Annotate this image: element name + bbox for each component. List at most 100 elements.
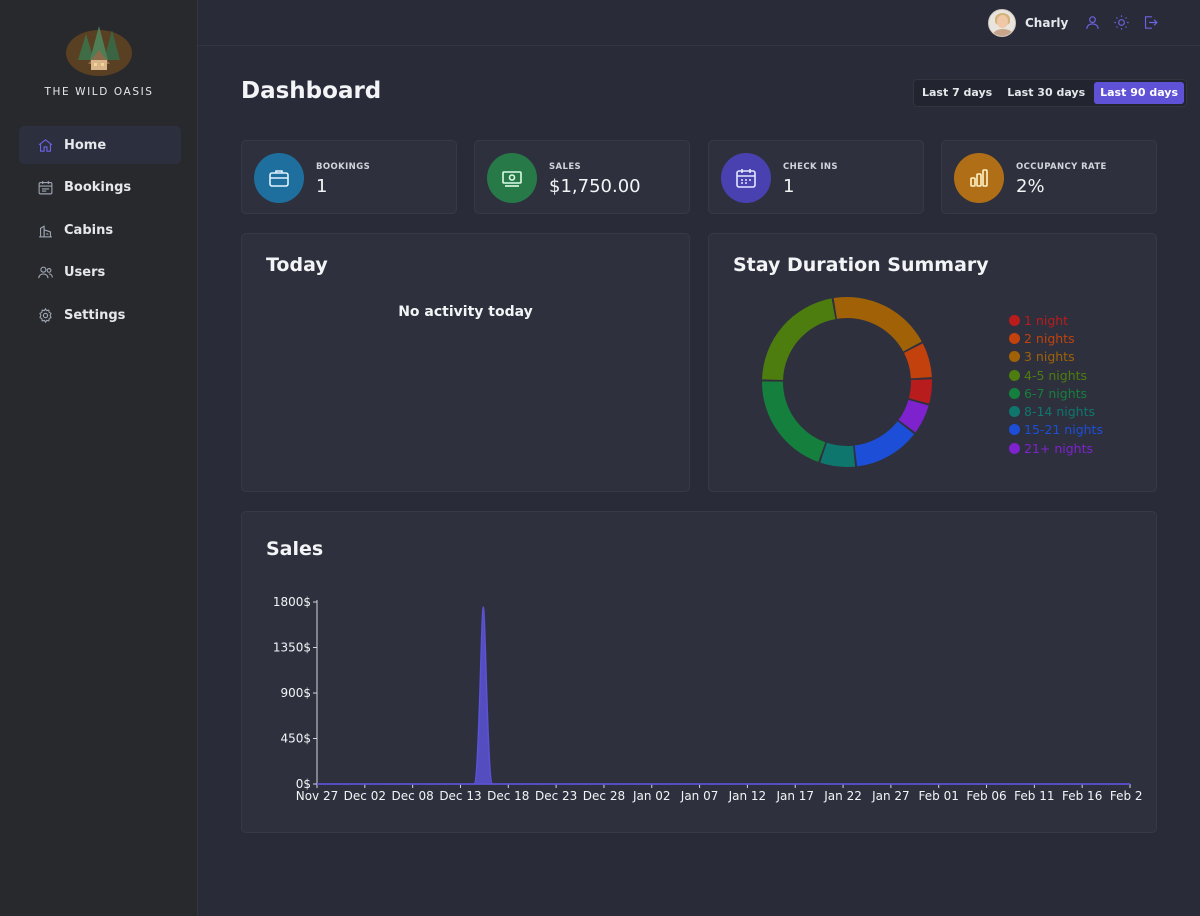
- banknotes-icon: [487, 153, 537, 203]
- legend-label: 8-14 nights: [1024, 404, 1096, 420]
- sidebar-item-cabins[interactable]: Cabins: [19, 211, 181, 249]
- today-title: Today: [266, 254, 328, 276]
- legend-dot: [1009, 406, 1020, 418]
- sidebar-item-label: Home: [64, 137, 107, 153]
- stay-duration-panel: Stay Duration Summary 1 night 2 nights 3…: [708, 233, 1157, 492]
- legend-dot: [1009, 332, 1020, 344]
- user-menu[interactable]: Charly: [988, 9, 1068, 37]
- sidebar-nav: Home Bookings Cabins Users Settings: [19, 126, 181, 339]
- sidebar-item-label: Users: [64, 265, 106, 281]
- stat-label: SALES: [549, 162, 582, 172]
- x-tick-label: Jan 22: [823, 789, 862, 803]
- x-tick-label: Feb 11: [1014, 789, 1054, 803]
- legend-item: 4-5 nights: [1009, 366, 1103, 384]
- legend-item: 15-21 nights: [1009, 421, 1103, 439]
- donut-slice-3-nights[interactable]: [833, 297, 922, 352]
- gear-icon: [37, 307, 54, 324]
- briefcase-icon: [254, 153, 304, 203]
- filter-last-7-days[interactable]: Last 7 days: [916, 82, 998, 104]
- legend-label: 21+ nights: [1024, 440, 1094, 456]
- stat-occupancy-rate: OCCUPANCY RATE 2%: [941, 140, 1157, 214]
- logo-image: [64, 20, 134, 78]
- x-tick-label: Jan 12: [728, 789, 767, 803]
- legend-item: 3 nights: [1009, 348, 1103, 366]
- y-tick-label: 1350$: [273, 641, 311, 655]
- user-icon[interactable]: [1084, 14, 1101, 31]
- sidebar-item-bookings[interactable]: Bookings: [19, 169, 181, 207]
- stat-label: OCCUPANCY RATE: [1016, 162, 1107, 172]
- x-tick-label: Dec 23: [535, 789, 577, 803]
- legend-label: 15-21 nights: [1024, 422, 1103, 438]
- no-activity-message: No activity today: [398, 304, 533, 320]
- stat-sales: SALES $1,750.00: [474, 140, 690, 214]
- x-tick-label: Feb 23: [1110, 789, 1142, 803]
- stat-label: CHECK INS: [783, 162, 838, 172]
- legend-dot: [1009, 351, 1020, 363]
- legend-item: 8-14 nights: [1009, 402, 1103, 420]
- sidebar-item-home[interactable]: Home: [19, 126, 181, 164]
- avatar: [988, 9, 1016, 37]
- donut-slice-6-7-nights[interactable]: [762, 381, 826, 462]
- y-tick-label: 450$: [280, 732, 311, 746]
- calendar-icon: [37, 179, 54, 196]
- sidebar-item-users[interactable]: Users: [19, 254, 181, 292]
- sidebar-item-label: Settings: [64, 307, 126, 323]
- stay-duration-title: Stay Duration Summary: [733, 254, 989, 276]
- x-tick-label: Feb 06: [966, 789, 1006, 803]
- page-title: Dashboard: [241, 78, 382, 104]
- legend-label: 2 nights: [1024, 330, 1075, 346]
- x-tick-label: Jan 07: [680, 789, 719, 803]
- stat-value: 1: [783, 176, 795, 197]
- sidebar-item-settings[interactable]: Settings: [19, 296, 181, 334]
- legend-label: 3 nights: [1024, 349, 1075, 365]
- legend-dot: [1009, 369, 1020, 381]
- x-tick-label: Jan 17: [775, 789, 814, 803]
- header-actions: [1084, 14, 1159, 31]
- calendar-days-icon: [721, 153, 771, 203]
- legend-item: 21+ nights: [1009, 439, 1103, 457]
- logo[interactable]: THE WILD OASIS: [0, 20, 198, 98]
- stat-value: 2%: [1016, 176, 1045, 197]
- x-tick-label: Feb 01: [919, 789, 959, 803]
- header: Charly: [198, 0, 1200, 46]
- sidebar: THE WILD OASIS Home Bookings Cabins User…: [0, 0, 198, 916]
- legend-item: 6-7 nights: [1009, 384, 1103, 402]
- stat-value: $1,750.00: [549, 176, 641, 197]
- today-panel: Today No activity today: [241, 233, 690, 492]
- donut-slice-1-night[interactable]: [908, 379, 932, 404]
- legend-label: 4-5 nights: [1024, 367, 1088, 383]
- user-name: Charly: [1025, 16, 1069, 30]
- sun-icon[interactable]: [1113, 14, 1130, 31]
- stat-check-ins: CHECK INS 1: [708, 140, 924, 214]
- legend-item: 1 night: [1009, 311, 1103, 329]
- stat-bookings: BOOKINGS 1: [241, 140, 457, 214]
- bar-chart-icon: [954, 153, 1004, 203]
- stay-duration-legend: 1 night 2 nights 3 nights 4-5 nights 6-7…: [1009, 311, 1103, 457]
- y-tick-label: 900$: [280, 686, 311, 700]
- x-tick-label: Dec 08: [391, 789, 433, 803]
- sales-panel: Sales 0$ 450$ 900$ 1350$ 1800$ Nov 27 Dec 02 De…: [241, 511, 1157, 833]
- donut-slice-4-5-nights[interactable]: [762, 298, 836, 381]
- stat-label: BOOKINGS: [316, 162, 371, 172]
- x-tick-label: Dec 02: [344, 789, 386, 803]
- filter-last-30-days[interactable]: Last 30 days: [1001, 82, 1091, 104]
- x-tick-label: Jan 02: [632, 789, 671, 803]
- legend-dot: [1009, 442, 1020, 454]
- logout-icon[interactable]: [1142, 14, 1159, 31]
- cabins-icon: [37, 222, 54, 239]
- filter-last-90-days[interactable]: Last 90 days: [1094, 82, 1185, 104]
- legend-dot: [1009, 424, 1020, 436]
- legend-label: 6-7 nights: [1024, 385, 1088, 401]
- legend-label: 1 night: [1024, 312, 1069, 328]
- x-tick-label: Nov 27: [296, 789, 339, 803]
- stat-value: 1: [316, 176, 328, 197]
- x-tick-label: Dec 28: [583, 789, 625, 803]
- brand-name: THE WILD OASIS: [44, 86, 154, 98]
- sidebar-item-label: Bookings: [64, 180, 132, 196]
- home-icon: [37, 137, 54, 154]
- legend-item: 2 nights: [1009, 329, 1103, 347]
- x-tick-label: Jan 27: [871, 789, 910, 803]
- legend-dot: [1009, 387, 1020, 399]
- donut-slice-8-14-nights[interactable]: [820, 442, 856, 467]
- donut-slice-15-21-nights[interactable]: [854, 421, 915, 467]
